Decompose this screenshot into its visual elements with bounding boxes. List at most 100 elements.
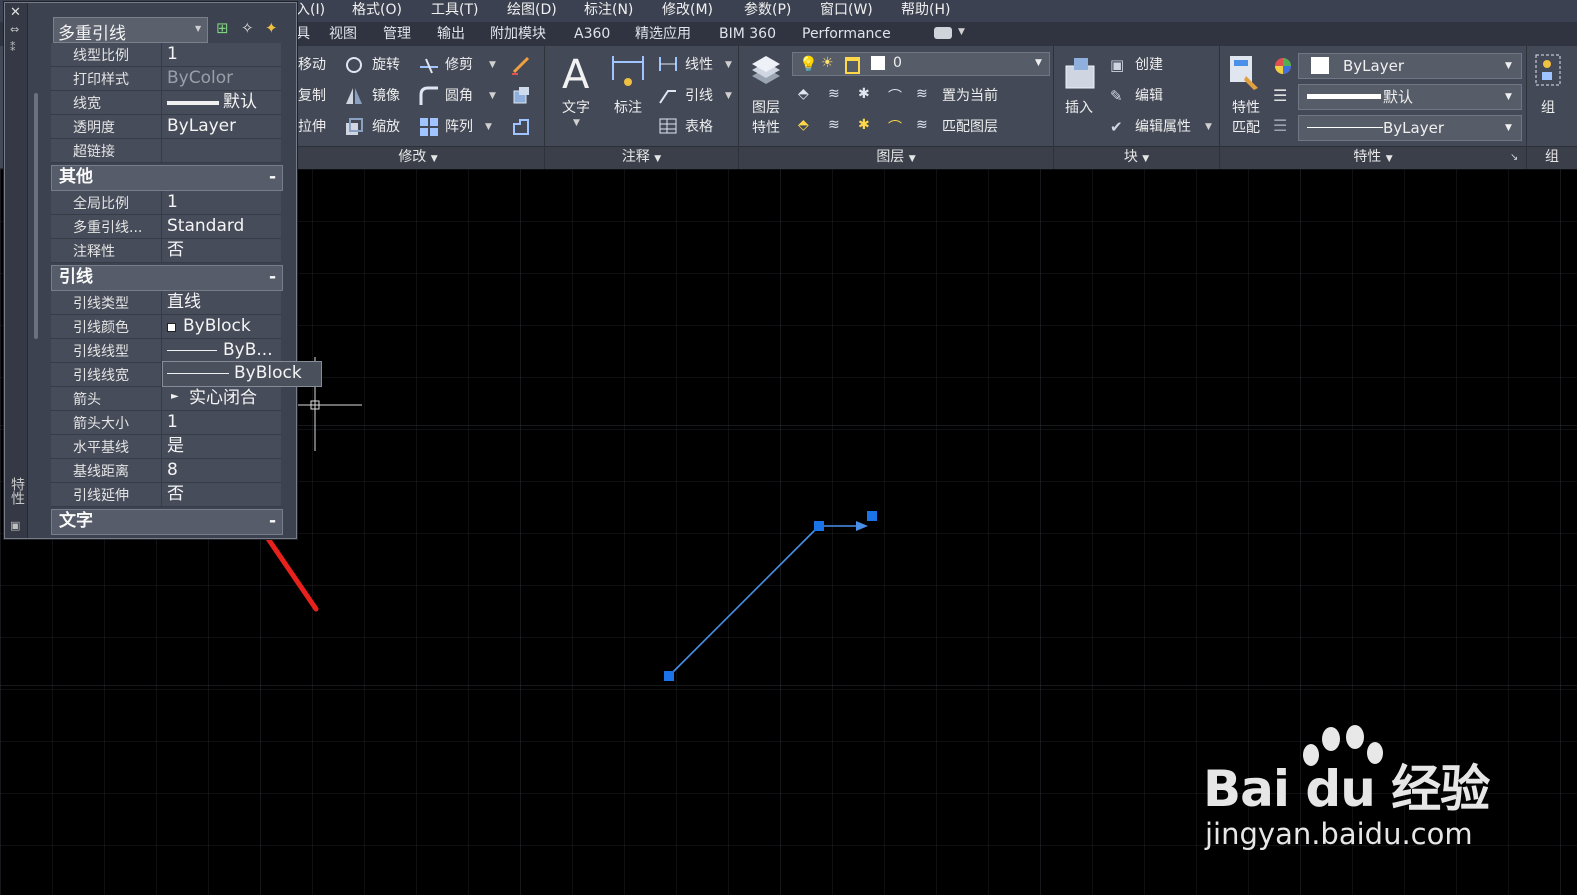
edit-block-button[interactable]: 编辑: [1135, 87, 1163, 105]
tab-manage[interactable]: 管理: [383, 22, 411, 46]
menu-draw[interactable]: 绘图(D): [507, 0, 557, 22]
match-properties-label-1[interactable]: 特性: [1232, 99, 1260, 117]
stretch-button[interactable]: 拉伸: [298, 118, 326, 136]
menu-insert[interactable]: 入(I): [296, 0, 325, 22]
mirror-button[interactable]: 镜像: [372, 87, 400, 105]
tab-bim360[interactable]: BIM 360: [719, 22, 776, 46]
tab-addins[interactable]: 附加模块: [490, 22, 546, 46]
prop-row-annotative[interactable]: 注释性否: [51, 239, 281, 263]
menu-modify[interactable]: 修改(M): [662, 0, 713, 22]
layer-dropdown[interactable]: 💡 ☀ 0 ▼: [792, 52, 1050, 76]
fillet-button[interactable]: 圆角: [445, 87, 473, 105]
tab-featured-apps[interactable]: 精选应用: [635, 22, 691, 46]
tab-view[interactable]: 视图: [329, 22, 357, 46]
properties-panel-title[interactable]: 特性 ▼: [1220, 146, 1526, 169]
select-objects-icon[interactable]: ✧: [241, 19, 254, 37]
layer-tool-icon[interactable]: ⌒: [888, 86, 902, 106]
block-panel-title[interactable]: 块 ▼: [1054, 146, 1219, 169]
palette-scrollbar[interactable]: [34, 93, 38, 339]
offset-icon[interactable]: [510, 116, 532, 138]
layer-properties-label-1[interactable]: 图层: [752, 99, 780, 117]
menu-tools[interactable]: 工具(T): [431, 0, 478, 22]
layer-tool-icon[interactable]: ⬘: [798, 86, 809, 102]
layers-panel-title[interactable]: 图层 ▼: [739, 146, 1053, 169]
modify-panel-title[interactable]: 修改 ▼: [292, 146, 544, 169]
linetype-icon[interactable]: ☰: [1273, 116, 1287, 135]
linear-caret-icon[interactable]: ▼: [725, 60, 732, 70]
layer-tool-icon[interactable]: ✱: [858, 86, 870, 102]
leader-line[interactable]: [668, 525, 820, 677]
color-dropdown[interactable]: ByLayer ▼: [1298, 53, 1522, 79]
lineweight-dropdown[interactable]: 默认 ▼: [1298, 84, 1522, 110]
prop-row-arrowhead[interactable]: 箭头 ► 实心闭合: [51, 387, 281, 411]
panel-launcher-icon[interactable]: ↘: [1510, 152, 1518, 163]
array-caret-icon[interactable]: ▼: [485, 122, 492, 132]
tab-partial[interactable]: 具: [296, 22, 310, 46]
prop-row-hyperlink[interactable]: 超链接: [51, 139, 281, 163]
annotation-panel-title[interactable]: 注释 ▼: [545, 146, 738, 169]
trim-button[interactable]: 修剪: [445, 56, 473, 74]
group-panel-title[interactable]: 组: [1527, 146, 1577, 169]
prop-row-arrowhead-size[interactable]: 箭头大小 1: [51, 411, 281, 435]
object-type-select[interactable]: 多重引线 ▼: [53, 17, 208, 44]
layer-tool-icon[interactable]: ⬘: [798, 117, 809, 133]
scale-button[interactable]: 缩放: [372, 118, 400, 136]
prop-row-overall-scale[interactable]: 全局比例 1: [51, 191, 281, 215]
table-button[interactable]: 表格: [685, 118, 713, 136]
explode-icon[interactable]: [510, 85, 532, 107]
create-block-button[interactable]: 创建: [1135, 56, 1163, 74]
leader-caret-icon[interactable]: ▼: [725, 91, 732, 101]
leader-lineweight-dropdown[interactable]: ByBlock: [162, 361, 322, 387]
linear-dim-button[interactable]: 线性: [685, 56, 713, 74]
layer-tool-icon[interactable]: ≋: [828, 86, 840, 102]
palette-footer-icon[interactable]: ▣: [10, 519, 20, 532]
move-button[interactable]: 移动: [298, 56, 326, 74]
grip-landing[interactable]: [814, 521, 824, 531]
linetype-dropdown[interactable]: ByLayer ▼: [1298, 115, 1522, 141]
edit-attributes-caret-icon[interactable]: ▼: [1205, 122, 1212, 132]
section-leader-header[interactable]: 引线 -: [51, 265, 283, 291]
erase-icon[interactable]: [510, 54, 532, 76]
prop-row-plot-style[interactable]: 打印样式 ByColor: [51, 67, 281, 91]
grip-arrow-end[interactable]: [664, 671, 674, 681]
menu-parametric[interactable]: 参数(P): [744, 0, 791, 22]
tab-performance[interactable]: Performance: [802, 22, 891, 46]
ribbon-display-caret-icon[interactable]: ▼: [958, 27, 965, 37]
grip-text[interactable]: [867, 511, 877, 521]
prop-row-horizontal-landing[interactable]: 水平基线是: [51, 435, 281, 459]
match-layer-button[interactable]: 匹配图层: [942, 118, 998, 136]
layer-tool-icon[interactable]: ≋: [828, 117, 840, 133]
edit-attributes-button[interactable]: 编辑属性: [1135, 118, 1191, 136]
palette-settings-icon[interactable]: ⁑: [10, 41, 16, 54]
layer-tool-icon[interactable]: ⌒: [888, 117, 902, 137]
text-button[interactable]: 文字: [562, 99, 590, 117]
autohide-icon[interactable]: ⇔: [10, 23, 19, 36]
close-icon[interactable]: ✕: [10, 5, 21, 20]
prop-row-leader-extension[interactable]: 引线延伸否: [51, 483, 281, 507]
prop-row-transparency[interactable]: 透明度 ByLayer: [51, 115, 281, 139]
array-button[interactable]: 阵列: [445, 118, 473, 136]
prop-row-leader-type[interactable]: 引线类型 直线: [51, 291, 281, 315]
quick-select-icon[interactable]: ✦: [265, 19, 278, 37]
prop-row-mleader-style[interactable]: 多重引线... Standard: [51, 215, 281, 239]
prop-row-linetype-scale[interactable]: 线型比例 1: [51, 43, 281, 67]
prop-row-landing-distance[interactable]: 基线距离 8: [51, 459, 281, 483]
layer-tool-icon[interactable]: ✱: [858, 117, 870, 133]
leader-button[interactable]: 引线: [685, 87, 713, 105]
menu-format[interactable]: 格式(O): [352, 0, 402, 22]
fillet-caret-icon[interactable]: ▼: [489, 91, 496, 101]
dimension-button[interactable]: 标注: [614, 99, 642, 117]
toggle-pickadd-icon[interactable]: ⊞: [216, 19, 229, 37]
section-misc-header[interactable]: 其他 -: [51, 165, 283, 191]
match-properties-label-2[interactable]: 匹配: [1232, 119, 1260, 137]
insert-button[interactable]: 插入: [1065, 99, 1093, 117]
lineweight-icon[interactable]: ☰: [1273, 86, 1287, 105]
trim-caret-icon[interactable]: ▼: [489, 60, 496, 70]
menu-help[interactable]: 帮助(H): [901, 0, 950, 22]
rotate-button[interactable]: 旋转: [372, 56, 400, 74]
prop-row-leader-color[interactable]: 引线颜色 ByBlock: [51, 315, 281, 339]
group-button[interactable]: 组: [1541, 99, 1555, 117]
tab-output[interactable]: 输出: [437, 22, 465, 46]
prop-row-lineweight[interactable]: 线宽 默认: [51, 91, 281, 115]
menu-dimension[interactable]: 标注(N): [584, 0, 633, 22]
